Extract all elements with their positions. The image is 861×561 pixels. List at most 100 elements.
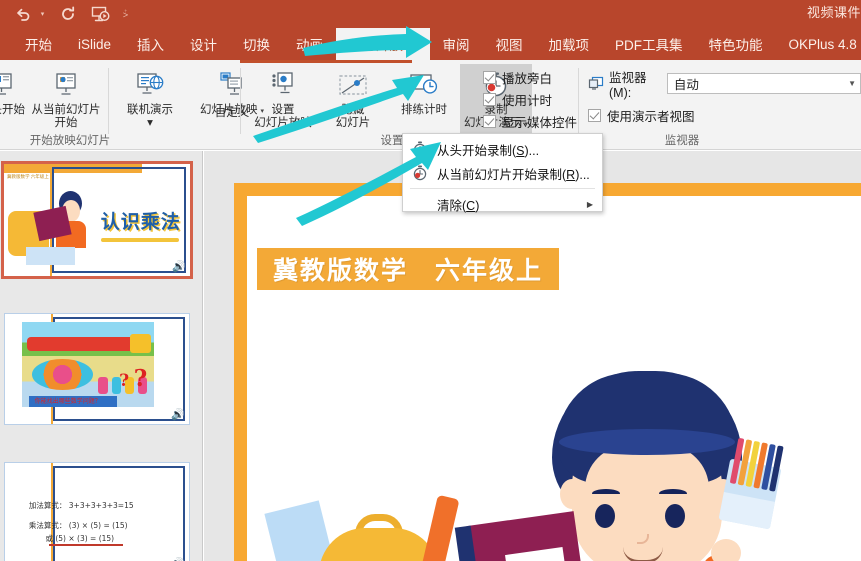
setup-slideshow-label-1: 设置 xyxy=(271,104,295,116)
record-from-current-icon xyxy=(409,165,431,181)
thumb3-speaker-icon: 🔊 xyxy=(171,557,185,561)
boy-hand xyxy=(711,539,741,561)
from-current-slide-label-1: 从当前幻灯片 xyxy=(31,104,101,116)
ribbon-tab-1[interactable]: iSlide xyxy=(65,28,124,60)
hide-slide-icon xyxy=(337,68,369,104)
play-narrations-label: 播放旁白 xyxy=(502,71,553,86)
ribbon-tab-0[interactable]: 开始 xyxy=(12,28,65,60)
use-timings-checkbox[interactable]: 使用计时 xyxy=(483,88,577,110)
play-narrations-checkbox-box[interactable] xyxy=(483,70,496,84)
boy-mouth xyxy=(623,547,663,561)
boy-ear-left xyxy=(560,479,584,509)
ribbon-tab-10[interactable]: PDF工具集 xyxy=(602,28,696,60)
monitor-select[interactable]: 自动 ▼ xyxy=(666,72,861,94)
from-beginning-label-1: 从头开始 xyxy=(0,104,25,116)
rehearse-timings-label-1: 排练计时 xyxy=(401,104,447,116)
ribbon-tab-12[interactable]: OKPlus 4.8 xyxy=(776,28,861,60)
record-from-beginning-item[interactable]: 从头开始录制(S)... xyxy=(403,137,602,161)
thumb2-question-mark-1: ? xyxy=(119,371,130,392)
title-bar: ▾ ⩼ 视频课件 xyxy=(0,0,861,28)
powerpoint-window: ▾ ⩼ 视频课件 开始 iSlide 插入 设计 切换 动画 幻灯片放映 审阅 视图 加载项 PDF… xyxy=(0,0,861,561)
group-separator-a xyxy=(108,68,109,134)
current-slide[interactable]: 冀教版数学 六年级上 xyxy=(234,183,861,561)
slide-thumbnail-2-content: 你能找出哪些数学问题？ ? ? xyxy=(5,314,189,424)
slide-thumbnail-1-content: 认识乘法 冀教版数学 六年级上 xyxy=(4,164,190,276)
rehearse-timings-button[interactable]: 排练计时 xyxy=(388,64,460,136)
ribbon-tab-2[interactable]: 插入 xyxy=(124,28,177,60)
quick-access-toolbar: ▾ ⩼ xyxy=(0,0,132,28)
slide-thumbnail-pane[interactable]: 认识乘法 冀教版数学 六年级上 🔊 你能找出哪些数学问题？ ? ? 🔊 加法算式… xyxy=(0,151,203,561)
setup-slideshow-label-2: 幻灯片放映 xyxy=(254,117,312,129)
show-media-controls-checkbox[interactable]: 显示媒体控件 xyxy=(483,110,577,132)
thumb1-subtitle: 冀教版数学 六年级上 xyxy=(7,174,49,179)
rehearse-timings-icon xyxy=(408,68,440,104)
use-presenter-view-checkbox-box[interactable] xyxy=(588,108,601,122)
present-online-button[interactable]: 联机演示 ▾ xyxy=(112,64,188,136)
group-separator-b xyxy=(240,68,241,134)
slide-title-text[interactable]: 冀教版数学 六年级上 xyxy=(257,248,560,290)
boy-brow-right xyxy=(659,489,687,498)
hide-slide-button[interactable]: 隐藏 幻灯片 xyxy=(318,64,388,136)
thumb3-left-edge xyxy=(5,463,53,561)
boy-hair-wave xyxy=(559,429,735,455)
menu-divider xyxy=(410,188,595,189)
ribbon-tab-3[interactable]: 设计 xyxy=(177,28,230,60)
submenu-arrow-icon[interactable]: ▶ xyxy=(587,200,593,209)
boy-brow-left xyxy=(592,489,620,498)
slide-thumbnail-3[interactable]: 加法算式： 3+3+3+3+3=15 乘法算式： (3) × (5) = (15… xyxy=(4,462,190,561)
thumb1-title-underline xyxy=(100,237,179,242)
thumb1-paper xyxy=(26,246,75,265)
monitor-icon xyxy=(588,76,604,91)
ribbon-tab-4[interactable]: 切换 xyxy=(230,28,283,60)
boy-eye-right xyxy=(665,504,685,528)
setup-slideshow-icon xyxy=(268,68,298,104)
document-title: 视频课件 xyxy=(806,5,861,20)
ribbon-tab-5[interactable]: 动画 xyxy=(283,28,336,60)
thumb3-line-3: 或 (5) × (3) = (15) xyxy=(45,534,115,544)
book-label-1 xyxy=(505,547,566,561)
record-from-current-label: 从当前幻灯片开始录制(R)... xyxy=(437,167,590,182)
school-bag xyxy=(319,528,439,561)
use-presenter-view-checkbox[interactable]: 使用演示者视图 xyxy=(588,104,861,126)
thumb2-kid-1 xyxy=(98,376,108,394)
record-from-beginning-label: 从头开始录制(S)... xyxy=(437,143,540,158)
hide-slide-label-1: 隐藏 xyxy=(341,104,365,116)
from-current-slide-icon xyxy=(51,68,81,104)
undo-icon[interactable] xyxy=(10,2,36,26)
ribbon-tab-8[interactable]: 视图 xyxy=(483,28,536,60)
clear-item-label: 清除(C) xyxy=(437,198,480,213)
slide-thumbnail-2[interactable]: 你能找出哪些数学问题？ ? ? 🔊 xyxy=(4,313,190,425)
start-slideshow-icon[interactable] xyxy=(87,2,113,26)
monitor-group: 监视器(M): 自动 ▼ 使用演示者视图 监视器 xyxy=(582,60,861,150)
hide-slide-label-2: 幻灯片 xyxy=(335,117,371,129)
monitor-row: 监视器(M): 自动 ▼ xyxy=(588,70,861,100)
ribbon-tab-strip: 开始 iSlide 插入 设计 切换 动画 幻灯片放映 审阅 视图 加载项 PDF工具集 特色功能 OK… xyxy=(0,28,861,60)
slide-thumbnail-3-content: 加法算式： 3+3+3+3+3=15 乘法算式： (3) × (5) = (15… xyxy=(5,463,189,561)
setup-slideshow-button[interactable]: 设置 幻灯片放映 xyxy=(246,64,320,136)
customize-qat-icon[interactable]: ⩼ xyxy=(119,2,132,26)
from-current-slide-button[interactable]: 从当前幻灯片 开始 xyxy=(28,64,104,136)
group-separator-c xyxy=(578,68,579,134)
monitor-select-value: 自动 xyxy=(673,77,699,92)
book-spine xyxy=(454,525,489,561)
thumb3-line-1: 加法算式： 3+3+3+3+3=15 xyxy=(28,501,134,511)
present-online-icon xyxy=(134,68,166,104)
ribbon-tab-11[interactable]: 特色功能 xyxy=(696,28,776,60)
ribbon-tab-7[interactable]: 审阅 xyxy=(430,28,483,60)
thumb3-line-2: 乘法算式： (3) × (5) = (15) xyxy=(28,521,128,531)
ribbon-tab-6[interactable]: 幻灯片放映 xyxy=(336,28,430,60)
slide-thumbnail-1[interactable]: 认识乘法 冀教版数学 六年级上 🔊 xyxy=(1,161,193,279)
show-media-controls-checkbox-box[interactable] xyxy=(483,114,496,128)
monitor-group-label: 监视器 xyxy=(664,135,700,147)
play-narrations-checkbox[interactable]: 播放旁白 xyxy=(483,66,577,88)
boy-eye-left xyxy=(595,504,615,528)
ribbon-tab-9[interactable]: 加载项 xyxy=(536,28,603,60)
thumb2-caption: 你能找出哪些数学问题？ xyxy=(34,399,101,406)
record-from-current-item[interactable]: 从当前幻灯片开始录制(R)... xyxy=(403,161,602,185)
clear-item[interactable]: 清除(C) ▶ xyxy=(403,192,602,216)
present-online-dropdown-icon[interactable]: ▾ xyxy=(147,117,153,130)
undo-dropdown-icon[interactable]: ▾ xyxy=(36,2,49,26)
chevron-down-icon[interactable]: ▼ xyxy=(848,79,856,88)
redo-icon[interactable] xyxy=(55,2,81,26)
use-timings-checkbox-box[interactable] xyxy=(483,92,496,106)
